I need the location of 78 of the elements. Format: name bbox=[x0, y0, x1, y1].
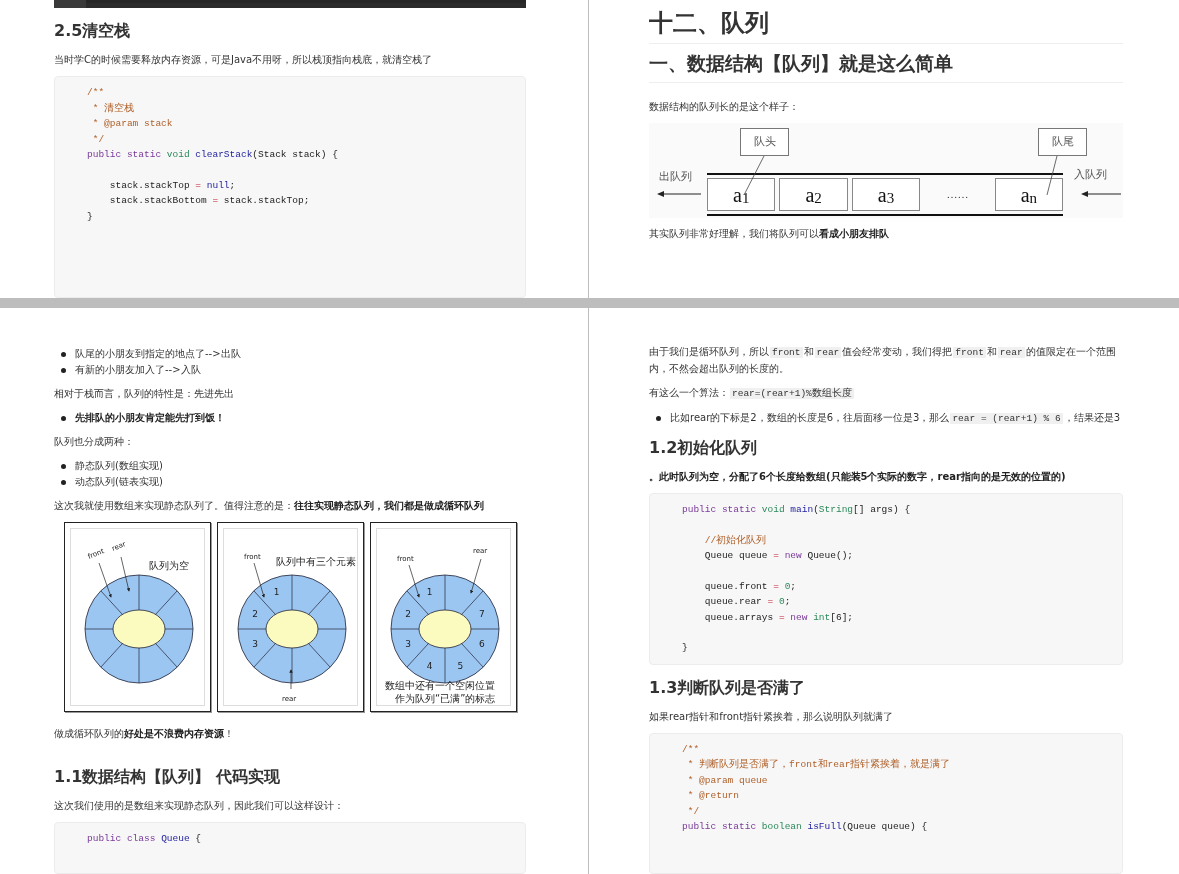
slot-number: 5 bbox=[457, 660, 464, 671]
paragraph: 队列也分成两种： bbox=[54, 435, 135, 449]
code-line: } bbox=[87, 209, 93, 224]
leader-line bbox=[1046, 156, 1058, 196]
code-line: /** bbox=[87, 86, 105, 100]
section-heading: 1.2初始化队列 bbox=[649, 437, 759, 459]
code-line: public class Queue { bbox=[87, 832, 202, 846]
slot-number: 3 bbox=[252, 639, 258, 650]
code-line: /** bbox=[682, 742, 700, 757]
slot-number: 6 bbox=[479, 639, 485, 650]
code-line: * @param queue bbox=[686, 773, 768, 788]
paragraph: 。此时队列为空，分配了6个长度给数组(只能装5个实际的数字，rear指向的是无效的位置的) bbox=[649, 470, 1067, 484]
paragraph: 如果rear指针和front指针紧挨着，那么说明队列就满了 bbox=[649, 709, 895, 724]
slot-number: 7 bbox=[479, 608, 485, 619]
code-line: queue.front = 0; bbox=[703, 579, 797, 594]
code-line: //初始化队列 bbox=[703, 533, 767, 548]
list-item-text: 队尾的小朋友到指定的地点了-->出队 bbox=[75, 347, 241, 361]
paragraph: 由于我们是循环队列，所以 front 和 rear 值会经常变动，我们得把 front 和 rear 的值限定在一个范围内，不然会超出队列的长度的。 bbox=[649, 345, 1117, 376]
ellipsis-text: …… bbox=[945, 187, 970, 203]
queue-cell: a$_{n}$ bbox=[994, 178, 1064, 211]
enqueue-arrow-icon bbox=[1081, 190, 1121, 198]
paragraph: 这次我就使用数组来实现静态队列了。值得注意的是：往往实现静态队列，我们都是做成循环队列 bbox=[54, 499, 485, 513]
list-item-text: 有新的小朋友加入了-->入队 bbox=[75, 363, 201, 377]
diagram-caption: 队列为空 bbox=[149, 560, 189, 571]
slot-number: 4 bbox=[426, 660, 433, 671]
list-item-text: 先排队的小朋友肯定能先打到饭！ bbox=[75, 411, 225, 425]
diagram-note: 数组中还有一个空闲位置 bbox=[385, 680, 495, 691]
diagram-caption: 队列中有三个元素 bbox=[276, 556, 356, 567]
code-line: * @return bbox=[686, 789, 739, 803]
enqueue-label: 入队列 bbox=[1074, 167, 1107, 183]
bullet-icon bbox=[61, 368, 66, 373]
bullet-icon bbox=[61, 464, 66, 469]
code-line: */ bbox=[91, 132, 105, 147]
slot-number: 1 bbox=[426, 587, 433, 598]
queue-cell: a$_{1}$ bbox=[707, 178, 776, 211]
code-line: stack.stackBottom = stack.stackTop; bbox=[108, 194, 310, 208]
code-line: * @param stack bbox=[91, 117, 173, 131]
section-heading: 1.3判断队列是否满了 bbox=[649, 676, 807, 699]
code-line: } bbox=[682, 641, 688, 655]
paragraph: 数据结构的队列长的是这个样子： bbox=[649, 100, 800, 114]
code-line: */ bbox=[686, 804, 700, 819]
bullet-icon bbox=[656, 416, 661, 421]
section-heading: 1.1数据结构【队列】 代码实现 bbox=[54, 766, 281, 788]
queue-cell: a$_{2}$ bbox=[779, 178, 848, 211]
paragraph: 有这么一个算法： rear=(rear+1)%数组长度 bbox=[649, 386, 855, 401]
list-item-text: 静态队列(数组实现) bbox=[75, 459, 163, 473]
diagram-note: 作为队列“已满”的标志 bbox=[395, 693, 496, 704]
code-line: * 清空栈 bbox=[91, 101, 135, 116]
slot-number: 2 bbox=[252, 608, 258, 619]
tail-label: 队尾 bbox=[1038, 128, 1087, 156]
code-line: queue.arrays = new int[6]; bbox=[703, 610, 854, 625]
bullet-icon bbox=[61, 352, 66, 357]
slot-number: 2 bbox=[405, 608, 411, 619]
bullet-icon bbox=[61, 480, 66, 485]
bullet-icon bbox=[61, 416, 66, 421]
code-line: Queue queue = new Queue(); bbox=[703, 549, 854, 563]
paragraph: 当时学C的时候需要释放内存资源，可是Java不用呀，所以栈顶指向栈底，就清空栈了 bbox=[54, 53, 434, 67]
queue-cell: a$_{3}$ bbox=[851, 178, 921, 211]
slot-number: 3 bbox=[405, 639, 411, 650]
page-title: 十二、队列 bbox=[649, 8, 1123, 44]
section-title: 一、数据结构【队列】就是这么简单 bbox=[649, 50, 1123, 83]
code-line: public static boolean isFull(Queue queue) { bbox=[682, 820, 928, 834]
slot-number: 1 bbox=[273, 587, 280, 598]
paragraph: 做成循环队列的好处是不浪费内存资源！ bbox=[54, 727, 235, 741]
paragraph: 这次我们使用的是数组来实现静态队列，因此我们可以这样设计： bbox=[54, 799, 345, 813]
dequeue-arrow-icon bbox=[657, 190, 701, 198]
list-item-text: 比如rear的下标是2，数组的长度是6，往后面移一位是3，那么 rear = (rear+1) % 6 ，结果还是3 bbox=[670, 411, 1121, 426]
code-line: queue.rear = 0; bbox=[703, 595, 791, 609]
paragraph: 相对于栈而言，队列的特性是：先进先出 bbox=[54, 387, 235, 401]
section-heading: 2.5清空栈 bbox=[54, 20, 132, 42]
code-line: public static void clearStack(Stack stack) { bbox=[87, 148, 338, 162]
head-label: 队头 bbox=[740, 128, 789, 156]
code-line: stack.stackTop = null; bbox=[108, 178, 236, 193]
code-line: public static void main(String[] args) { bbox=[682, 503, 911, 517]
dequeue-label: 出队列 bbox=[659, 169, 692, 185]
list-item-text: 动态队列(链表实现) bbox=[75, 475, 163, 489]
paragraph: 其实队列非常好理解，我们将队列可以看成小朋友排队 bbox=[649, 227, 890, 241]
code-line: * 判断队列是否满了，front和rear指针紧挨着，就是满了 bbox=[686, 757, 951, 772]
